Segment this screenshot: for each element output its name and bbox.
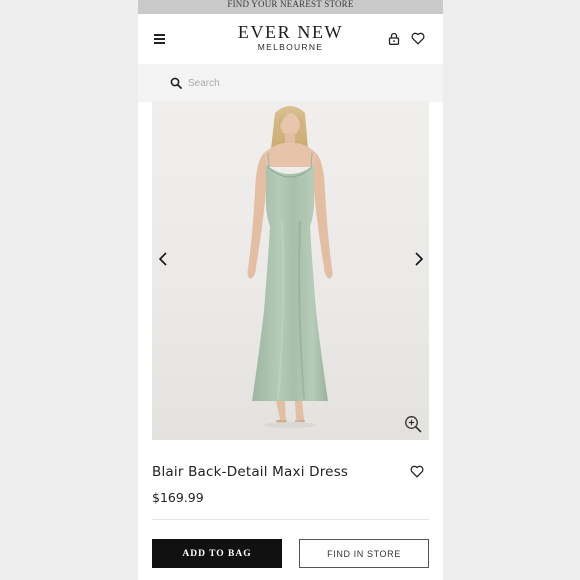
divider <box>152 519 429 520</box>
wishlist-heart-icon[interactable] <box>411 32 425 45</box>
zoom-in-icon[interactable] <box>404 415 422 433</box>
promo-bar[interactable]: FIND YOUR NEAREST STORE <box>138 0 443 14</box>
chevron-right-icon[interactable] <box>411 251 425 267</box>
product-price: $169.99 <box>152 490 204 505</box>
search-icon <box>170 77 182 89</box>
add-to-wishlist-heart-icon[interactable] <box>410 465 424 478</box>
product-name: Blair Back-Detail Maxi Dress <box>152 464 349 480</box>
site-header: EVER NEW MELBOURNE <box>138 14 443 64</box>
promo-bar-text[interactable]: FIND YOUR NEAREST STORE <box>227 0 353 9</box>
phone-frame: FIND YOUR NEAREST STORE EVER NEW MELBOUR… <box>138 0 443 580</box>
lock-account-icon[interactable] <box>388 32 400 45</box>
add-to-bag-button[interactable]: ADD TO BAG <box>152 539 282 568</box>
model-photo <box>247 106 333 428</box>
product-image[interactable] <box>152 101 429 440</box>
find-in-store-button[interactable]: FIND IN STORE <box>299 539 429 568</box>
chevron-left-icon[interactable] <box>157 251 171 267</box>
search-input[interactable] <box>188 76 408 90</box>
search-bar[interactable] <box>138 64 443 102</box>
